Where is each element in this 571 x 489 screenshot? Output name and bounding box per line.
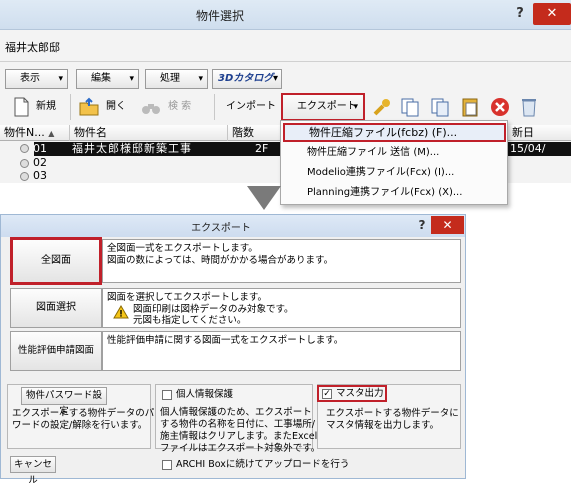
window-title: 物件選択 (195, 9, 244, 23)
menu-item-modelio[interactable]: Modelio連携ファイル(Fcx) (I)... (281, 163, 507, 183)
desc-line: エクスポートする物件データに (326, 408, 459, 419)
view-menu-label: 表示 (20, 73, 40, 84)
chevron-down-icon: ▾ (129, 74, 134, 84)
desc-line: 施主情報はクリアします。またExcel (160, 431, 318, 442)
duplicate-icon[interactable] (429, 96, 451, 118)
privacy-desc: 個人情報保護のため、エクスポート する物件の名称を日付に、工事場所/ 施主情報は… (160, 407, 320, 455)
process-menu-label: 処理 (160, 73, 180, 84)
chevron-down-icon: ▾ (198, 74, 203, 84)
view-menu[interactable]: 表示 ▾ (5, 69, 68, 89)
row-floors: 2F (255, 142, 269, 155)
3d-catalog-menu[interactable]: 3Dカタログ ▾ (212, 69, 282, 89)
property-icon (20, 172, 29, 181)
open-folder-icon (78, 96, 100, 118)
user-name: 福井太郎邸 (5, 41, 60, 54)
help-button[interactable]: ? (510, 6, 530, 24)
select-drawings-desc: 図面を選択してエクスポートします。 図面印刷は図枠データのみ対象です。 元図も指… (102, 288, 461, 328)
export-dropdown-menu: 物件圧縮ファイル(fcbz) (F)... 物件圧縮ファイル 送信 (M)...… (280, 120, 508, 205)
archi-label[interactable]: ARCHI Boxに続けてアップロードを行う (176, 459, 349, 471)
desc-line: 全図面一式をエクスポートします。 (107, 243, 258, 254)
select-drawings-button[interactable]: 図面選択 (10, 288, 102, 328)
desc-line: 図面の数によっては、時間がかかる場合があります。 (107, 255, 334, 266)
row-no: 01 (33, 142, 47, 155)
property-icon (20, 159, 29, 168)
column-name[interactable]: 物件名 (70, 125, 228, 141)
desc-line: エクスポートする物件データのパス (12, 408, 164, 419)
warning-line: 元図も指定してください。 (133, 315, 247, 326)
master-checkbox[interactable]: ✓ (322, 389, 332, 399)
menu-item-planning[interactable]: Planning連携ファイル(Fcx) (X)... (281, 183, 507, 203)
search-button[interactable]: 検 索 (168, 94, 208, 120)
close-button[interactable]: ✕ (533, 3, 571, 25)
master-desc: エクスポートする物件データに マスタ情報を出力します。 (326, 408, 459, 432)
archi-checkbox[interactable] (162, 460, 172, 470)
toolbar-divider (70, 94, 71, 120)
chevron-down-icon: ▾ (58, 74, 63, 84)
export-button[interactable]: エクスポート ▾ (281, 93, 365, 121)
down-arrow-icon (247, 186, 281, 210)
edit-menu[interactable]: 編集 ▾ (76, 69, 139, 89)
cancel-button[interactable]: キャンセル (10, 456, 56, 486)
column-date[interactable]: 新日 (508, 125, 571, 141)
binoculars-icon (140, 96, 162, 118)
chevron-down-icon: ▾ (353, 102, 358, 112)
export-dialog: エクスポート ? ✕ 全図面 全図面一式をエクスポートします。 図面の数によって… (0, 214, 466, 486)
edit-menu-label: 編集 (91, 73, 111, 84)
column-no[interactable]: 物件N... ▲ (0, 125, 70, 141)
new-file-icon (10, 96, 32, 118)
desc-line: する物件の名称を日付に、工事場所/ (160, 419, 315, 430)
column-no-label: 物件N... (4, 126, 45, 139)
toolbar-divider (214, 94, 215, 120)
copy-icon[interactable] (399, 96, 421, 118)
menu-item-fcbz[interactable]: 物件圧縮ファイル(fcbz) (F)... (283, 123, 506, 142)
close-button[interactable]: ✕ (431, 216, 464, 234)
menu-item-fcbz-send[interactable]: 物件圧縮ファイル 送信 (M)... (281, 143, 507, 163)
table-row[interactable]: 03 (33, 169, 47, 183)
divider (0, 61, 571, 62)
property-icon (20, 144, 29, 153)
all-drawings-desc: 全図面一式をエクスポートします。 図面の数によっては、時間がかかる場合があります… (102, 239, 461, 283)
delete-icon[interactable] (489, 96, 511, 118)
master-label[interactable]: マスタ出力 (336, 388, 384, 400)
help-button[interactable]: ? (415, 218, 429, 232)
process-menu[interactable]: 処理 ▾ (145, 69, 208, 89)
password-desc: エクスポートする物件データのパス ワードの設定/解除を行います。 (12, 408, 164, 432)
3d-catalog-label: 3Dカタログ (218, 73, 274, 84)
dialog-title: エクスポート (191, 223, 251, 234)
import-button[interactable]: インポート (226, 94, 276, 120)
performance-drawings-desc: 性能評価申請に関する図面一式をエクスポートします。 (102, 331, 461, 371)
export-label: エクスポート (297, 101, 357, 112)
paste-icon[interactable] (459, 96, 481, 118)
sort-asc-icon: ▲ (48, 129, 55, 138)
new-button[interactable]: 新規 (36, 94, 66, 120)
row-date: 15/04/ (510, 142, 546, 155)
performance-drawings-button[interactable]: 性能評価申請図面 (10, 331, 102, 371)
desc-line: 個人情報保護のため、エクスポート (160, 407, 312, 418)
chevron-down-icon: ▾ (272, 73, 278, 84)
wrench-icon[interactable] (371, 96, 393, 118)
table-row[interactable]: 02 (33, 156, 47, 170)
open-button[interactable]: 開く (106, 94, 136, 120)
privacy-label[interactable]: 個人情報保護 (176, 389, 233, 401)
desc-line: 性能評価申請に関する図面一式をエクスポートします。 (107, 335, 344, 346)
desc-line: 図面を選択してエクスポートします。 (107, 292, 267, 303)
privacy-checkbox[interactable] (162, 390, 172, 400)
recycle-bin-icon[interactable] (518, 96, 540, 118)
desc-line: マスタ情報を出力します。 (326, 420, 440, 431)
desc-line: ワードの設定/解除を行います。 (12, 420, 148, 431)
all-drawings-button[interactable]: 全図面 (10, 237, 102, 285)
desc-line: ファイルはエクスポート対象外です。 (160, 443, 321, 454)
warning-icon (113, 305, 129, 323)
password-settings-button[interactable]: 物件パスワード設定 (21, 387, 107, 417)
row-name: 福井太郎様邸新築工事 (72, 142, 192, 155)
